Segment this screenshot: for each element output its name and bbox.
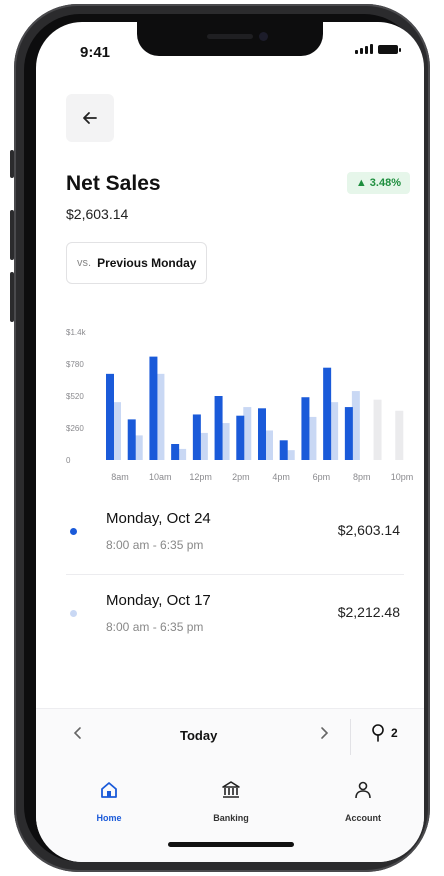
previous-day-button[interactable]	[72, 725, 84, 746]
tab-account[interactable]: Account	[328, 780, 398, 826]
comparison-prefix: vs.	[77, 257, 92, 269]
home-indicator	[168, 842, 294, 847]
period-amount: $2,603.14	[337, 522, 400, 538]
bar-previous	[178, 448, 187, 460]
app-screen: 9:41 Net Sales $2,603.14 ▲ 3.48% vs. Pre…	[36, 22, 424, 862]
series-dot	[70, 528, 77, 535]
x-tick-label: 8pm	[353, 472, 371, 482]
battery-icon	[378, 45, 401, 54]
bar-previous	[156, 373, 165, 460]
home-icon	[101, 782, 117, 798]
y-tick-label: $260	[66, 424, 84, 433]
location-pin-icon	[372, 724, 384, 742]
series-dot	[70, 610, 77, 617]
y-tick-label: 0	[66, 456, 71, 465]
period-row[interactable]: Monday, Oct 24 8:00 am - 6:35 pm $2,603.…	[66, 498, 404, 572]
camera	[259, 32, 268, 41]
x-tick-label: 10pm	[391, 472, 414, 482]
speaker	[207, 34, 253, 39]
sales-bar-chart: $1.4k $780 $520 $260 0 8am 10am 12pm 2pm 4pm 6pm 8p…	[66, 328, 414, 482]
date-label[interactable]: Today	[180, 728, 217, 743]
x-tick-label: 4pm	[272, 472, 290, 482]
tab-banking[interactable]: Banking	[196, 780, 266, 826]
side-button	[10, 210, 14, 260]
back-button[interactable]	[66, 94, 114, 142]
bar-previous	[221, 423, 230, 460]
bar-previous	[113, 402, 121, 460]
bar-previous	[134, 435, 143, 460]
tab-label: Account	[345, 813, 381, 823]
x-tick-label: 2pm	[232, 472, 250, 482]
chevron-left-icon	[73, 727, 81, 739]
bar-previous	[265, 430, 273, 460]
arrow-left-icon	[83, 112, 97, 124]
bar-previous	[199, 432, 208, 460]
tab-home[interactable]: Home	[74, 780, 144, 826]
bar-current	[279, 440, 288, 460]
bar-previous	[243, 407, 252, 460]
bar-current	[344, 407, 353, 460]
location-filter-button[interactable]: 2	[370, 723, 398, 743]
bar-current	[258, 408, 266, 460]
period-row[interactable]: Monday, Oct 17 8:00 am - 6:35 pm $2,212.…	[66, 580, 404, 654]
period-day: Monday, Oct 24	[106, 510, 211, 527]
signal-icon	[355, 44, 373, 54]
period-hours: 8:00 am - 6:35 pm	[106, 538, 204, 552]
side-button	[10, 150, 14, 178]
bar-previous	[373, 399, 382, 460]
bar-previous	[330, 402, 339, 460]
x-tick-label: 12pm	[189, 472, 212, 482]
comparison-label: Previous Monday	[97, 256, 197, 270]
date-navigator: Today 2	[36, 708, 424, 765]
net-sales-total: $2,603.14	[66, 206, 129, 222]
bar-previous	[395, 410, 404, 460]
person-icon	[355, 781, 371, 799]
period-day: Monday, Oct 17	[106, 592, 211, 609]
bar-current	[301, 397, 310, 460]
tab-label: Banking	[213, 813, 249, 823]
divider	[350, 719, 351, 755]
bar-current	[106, 373, 114, 460]
divider	[66, 574, 404, 575]
bank-icon	[222, 781, 240, 798]
chevron-right-icon	[321, 727, 329, 739]
period-amount: $2,212.48	[337, 604, 400, 620]
status-indicators	[355, 44, 401, 54]
side-button	[10, 272, 14, 322]
tab-bar: Home Banking Account	[36, 764, 424, 862]
change-badge: ▲ 3.48%	[346, 172, 410, 194]
location-count: 2	[391, 726, 398, 740]
period-hours: 8:00 am - 6:35 pm	[106, 620, 204, 634]
bar-current	[236, 415, 245, 460]
y-tick-label: $520	[66, 392, 84, 401]
bar-current	[192, 414, 201, 460]
bar-previous	[286, 450, 295, 460]
notch	[137, 22, 323, 56]
bar-current	[214, 396, 223, 460]
bar-current	[323, 367, 332, 460]
page-title: Net Sales	[66, 172, 161, 195]
bar-current	[171, 444, 180, 460]
tab-label: Home	[96, 813, 122, 823]
status-time: 9:41	[80, 44, 111, 61]
comparison-selector[interactable]: vs. Previous Monday	[66, 242, 208, 284]
bar-previous	[351, 391, 360, 460]
bar-current	[149, 356, 158, 460]
x-tick-label: 8am	[111, 472, 129, 482]
x-tick-label: 10am	[149, 472, 172, 482]
bar-current	[127, 419, 136, 460]
next-day-button[interactable]	[318, 725, 330, 746]
y-tick-label: $780	[66, 360, 84, 369]
bar-previous	[308, 416, 317, 460]
y-tick-label: $1.4k	[66, 328, 87, 337]
x-tick-label: 6pm	[313, 472, 331, 482]
